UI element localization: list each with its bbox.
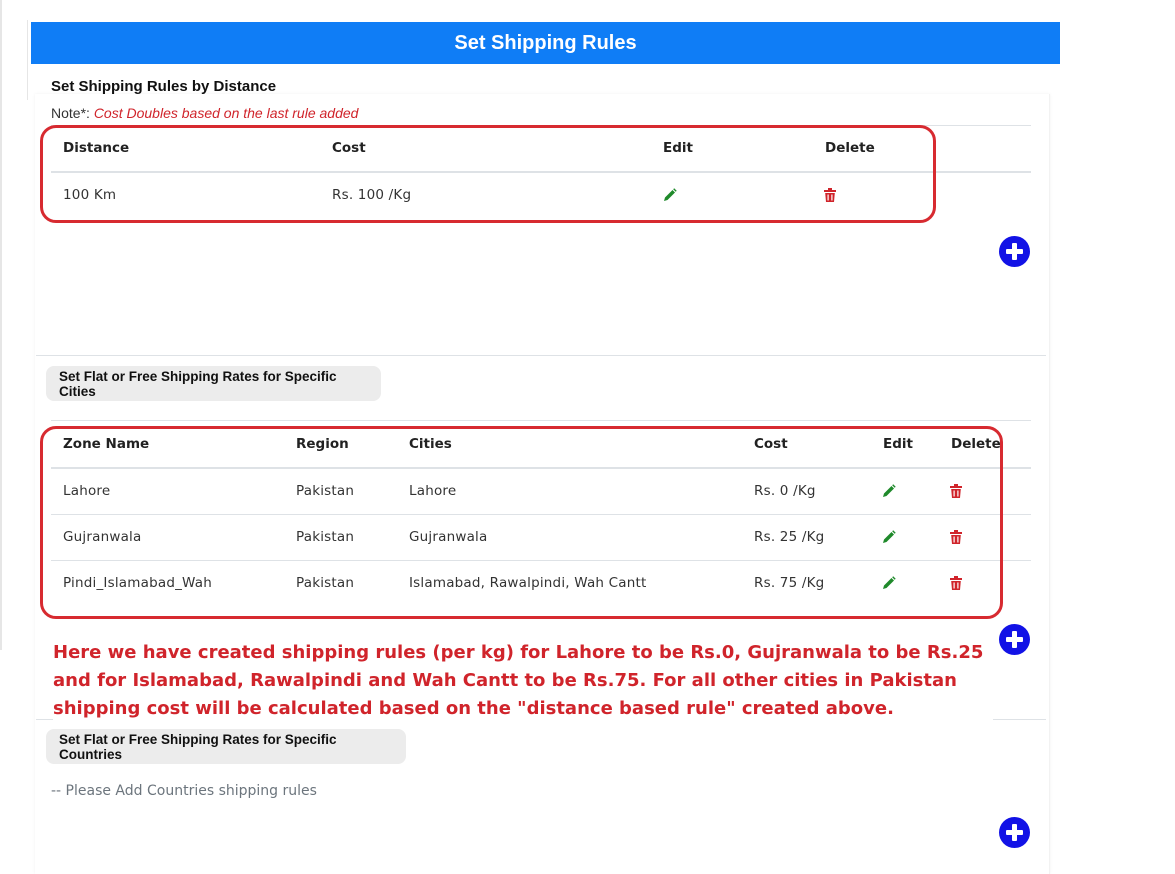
- add-distance-rule-button[interactable]: [999, 236, 1030, 267]
- section-divider: [36, 355, 1046, 356]
- highlight-box-cities: [40, 426, 1003, 619]
- note-label: Note*:: [51, 105, 90, 121]
- note: Note*: Cost Doubles based on the last ru…: [51, 105, 358, 121]
- annotation-text: Here we have created shipping rules (per…: [53, 639, 993, 723]
- highlight-box-distance: [40, 125, 936, 223]
- left-border-inner: [27, 20, 28, 100]
- add-city-rule-button[interactable]: [999, 624, 1030, 655]
- countries-rates-button[interactable]: Set Flat or Free Shipping Rates for Spec…: [46, 729, 406, 764]
- add-country-rule-button[interactable]: [999, 817, 1030, 848]
- page-title: Set Shipping Rules: [31, 22, 1060, 64]
- divider: [51, 420, 1031, 421]
- empty-countries-message: -- Please Add Countries shipping rules: [51, 783, 317, 799]
- left-border: [0, 0, 2, 650]
- note-text: Cost Doubles based on the last rule adde…: [93, 105, 359, 121]
- cities-rates-button[interactable]: Set Flat or Free Shipping Rates for Spec…: [46, 366, 381, 401]
- shipping-rules-panel: Set Shipping Rules Set Shipping Rules by…: [31, 22, 1060, 874]
- distance-section-title: Set Shipping Rules by Distance: [51, 78, 277, 95]
